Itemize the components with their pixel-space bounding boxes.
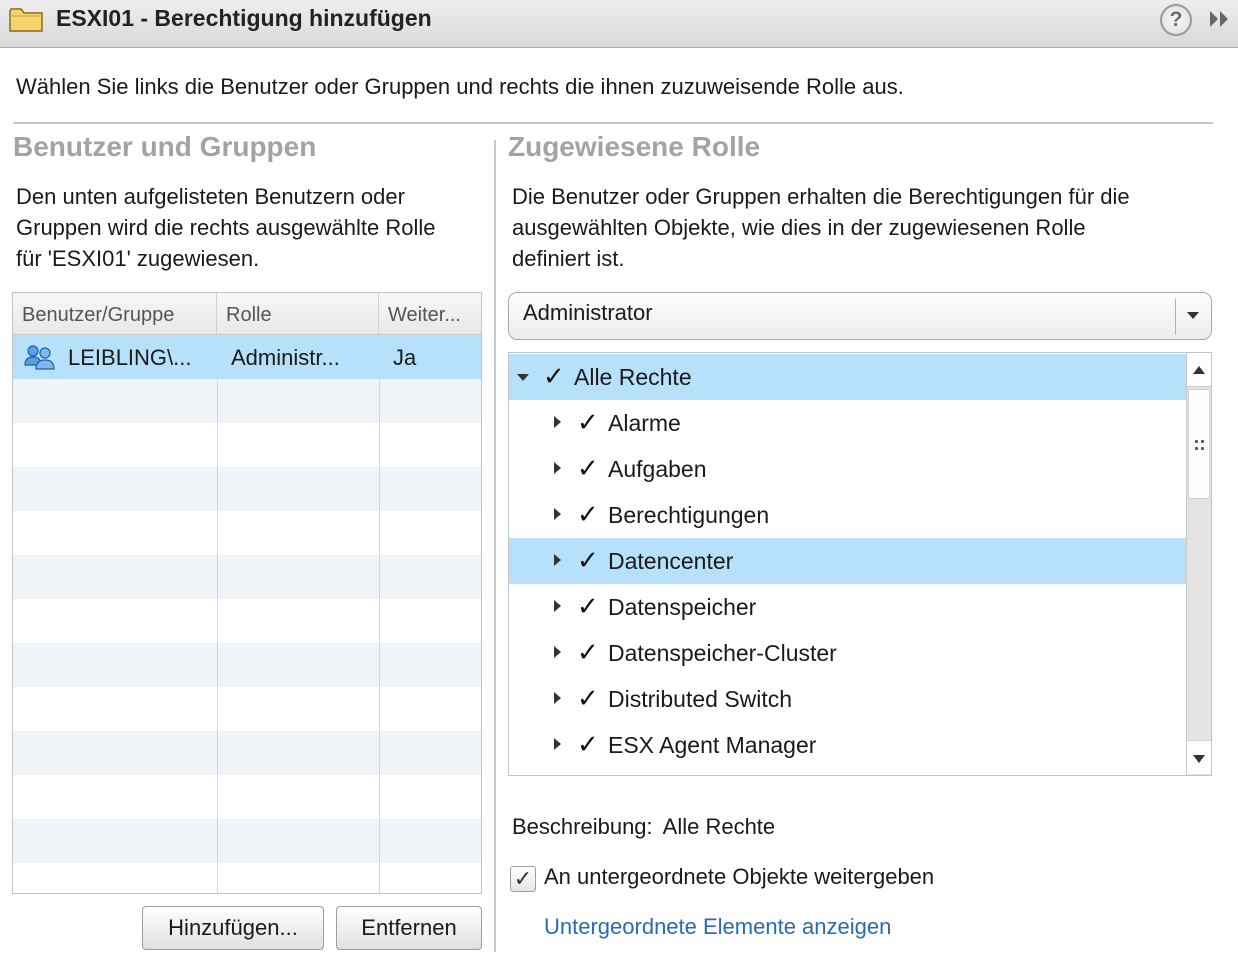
role-description: Die Benutzer oder Gruppen erhalten die B… (512, 181, 1130, 274)
check-icon: ✓ (577, 499, 599, 529)
instruction-text: Wählen Sie links die Benutzer oder Grupp… (16, 74, 904, 99)
tree-item[interactable]: ✓ Distributed Switch (509, 676, 1186, 722)
expanded-arrow-icon[interactable] (517, 374, 529, 381)
divider (13, 122, 1213, 124)
column-header-user[interactable]: Benutzer/Gruppe (13, 293, 217, 335)
expand-icon[interactable] (1208, 9, 1232, 29)
collapsed-arrow-icon[interactable] (554, 646, 561, 658)
check-icon: ✓ (577, 453, 599, 483)
tree-item-label: Berechtigungen (608, 502, 770, 528)
column-divider (494, 140, 496, 952)
folder-icon (9, 8, 43, 32)
table-row-empty (13, 775, 481, 819)
show-children-link[interactable]: Untergeordnete Elemente anzeigen (544, 914, 891, 940)
tree-scrollbar[interactable] (1186, 353, 1211, 775)
role-heading: Zugewiesene Rolle (508, 131, 761, 162)
role-description-line: Die Benutzer oder Gruppen erhalten die B… (512, 184, 1130, 209)
tree-item-label: Aufgaben (608, 456, 707, 482)
users-description-line: Den unten aufgelisteten Benutzern oder (16, 184, 405, 209)
table-row-empty (13, 731, 481, 775)
collapsed-arrow-icon[interactable] (554, 554, 561, 566)
table-row-empty (13, 555, 481, 599)
collapsed-arrow-icon[interactable] (554, 416, 561, 428)
check-icon: ✓ (577, 637, 599, 667)
tree-item[interactable]: ✓ Datenspeicher-Cluster (509, 630, 1186, 676)
chevron-down-icon[interactable] (1187, 312, 1199, 319)
role-description-line: definiert ist. (512, 246, 625, 271)
tree-item[interactable]: ✓ Berechtigungen (509, 492, 1186, 538)
scroll-up-icon[interactable] (1187, 353, 1211, 387)
add-button[interactable]: Hinzufügen... (142, 906, 324, 950)
table-row-empty (13, 819, 481, 863)
role-cell: Administr... (231, 345, 340, 370)
window-title: ESXI01 - Berechtigung hinzufügen (56, 5, 432, 31)
column-separator (379, 335, 380, 893)
tree-item[interactable]: ✓ Datenspeicher (509, 584, 1186, 630)
propagate-checkbox[interactable]: ✓ (510, 866, 536, 892)
collapsed-arrow-icon[interactable] (554, 692, 561, 704)
collapsed-arrow-icon[interactable] (554, 462, 561, 474)
tree-item[interactable]: ✓ Aufgaben (509, 446, 1186, 492)
propagate-label[interactable]: An untergeordnete Objekte weitergeben (544, 864, 934, 890)
users-heading: Benutzer und Gruppen (13, 131, 317, 162)
table-row-empty (13, 379, 481, 423)
check-icon: ✓ (543, 361, 565, 391)
role-select-value: Administrator (523, 300, 653, 325)
table-row-empty (13, 599, 481, 643)
user-cell: LEIBLING\... (68, 345, 192, 370)
help-icon[interactable]: ? (1160, 4, 1192, 36)
tree-item-label: Datenspeicher (608, 594, 757, 620)
table-row-empty (13, 423, 481, 467)
column-header-role[interactable]: Rolle (217, 293, 379, 335)
scroll-down-icon[interactable] (1187, 740, 1211, 774)
scroll-thumb[interactable] (1188, 389, 1210, 499)
tree-item-label: Distributed Switch (608, 686, 793, 712)
column-header-propagate[interactable]: Weiter... (379, 293, 481, 335)
tree-item-label: ESX Agent Manager (608, 732, 817, 758)
propagate-cell: Ja (393, 345, 417, 370)
table-row-empty (13, 687, 481, 731)
tree-item-label: Datencenter (608, 548, 734, 574)
tree-item-label: Alle Rechte (574, 364, 692, 390)
check-icon: ✓ (577, 591, 599, 621)
select-separator (1175, 299, 1176, 335)
users-description-line: für 'ESXI01' zugewiesen. (16, 246, 260, 271)
users-table: Benutzer/Gruppe Rolle Weiter... LEIBLING… (12, 292, 482, 894)
table-row[interactable]: LEIBLING\... Administr... Ja (13, 335, 481, 379)
grip-icon (1195, 440, 1205, 454)
check-icon: ✓ (577, 407, 599, 437)
tree-item[interactable]: ✓ Alle Rechte (509, 354, 1186, 400)
users-table-header: Benutzer/Gruppe Rolle Weiter... (13, 293, 481, 335)
collapsed-arrow-icon[interactable] (554, 508, 561, 520)
check-icon: ✓ (577, 729, 599, 759)
users-description: Den unten aufgelisteten Benutzern oder G… (16, 181, 435, 274)
tree-item-label: Alarme (608, 410, 681, 436)
table-row-empty (13, 467, 481, 511)
remove-button[interactable]: Entfernen (336, 906, 482, 950)
collapsed-arrow-icon[interactable] (554, 600, 561, 612)
privileges-tree: ✓ Alle Rechte ✓ Alarme ✓ Aufgaben ✓ Berechtigun… (508, 352, 1212, 776)
tree-item[interactable]: ✓ Alarme (509, 400, 1186, 446)
table-row-empty (13, 643, 481, 687)
description-label: Beschreibung: (512, 814, 653, 839)
group-icon (24, 345, 55, 370)
tree-item[interactable]: ✓ ESX Agent Manager (509, 722, 1186, 768)
description-value: Alle Rechte (662, 814, 776, 839)
tree-item[interactable]: ✓ Datencenter (509, 538, 1186, 584)
users-description-line: Gruppen wird die rechts ausgewählte Roll… (16, 215, 436, 240)
table-row-empty (13, 511, 481, 555)
role-description-line: ausgewählten Objekte, wie dies in der zu… (512, 215, 1086, 240)
check-icon: ✓ (577, 683, 599, 713)
role-select[interactable]: Administrator (508, 292, 1212, 340)
title-bar: ESXI01 - Berechtigung hinzufügen ? (0, 0, 1238, 48)
column-separator (217, 335, 218, 893)
check-icon: ✓ (577, 545, 599, 575)
collapsed-arrow-icon[interactable] (554, 738, 561, 750)
tree-item-label: Datenspeicher-Cluster (608, 640, 837, 666)
description-row: Beschreibung: Alle Rechte (512, 814, 785, 840)
